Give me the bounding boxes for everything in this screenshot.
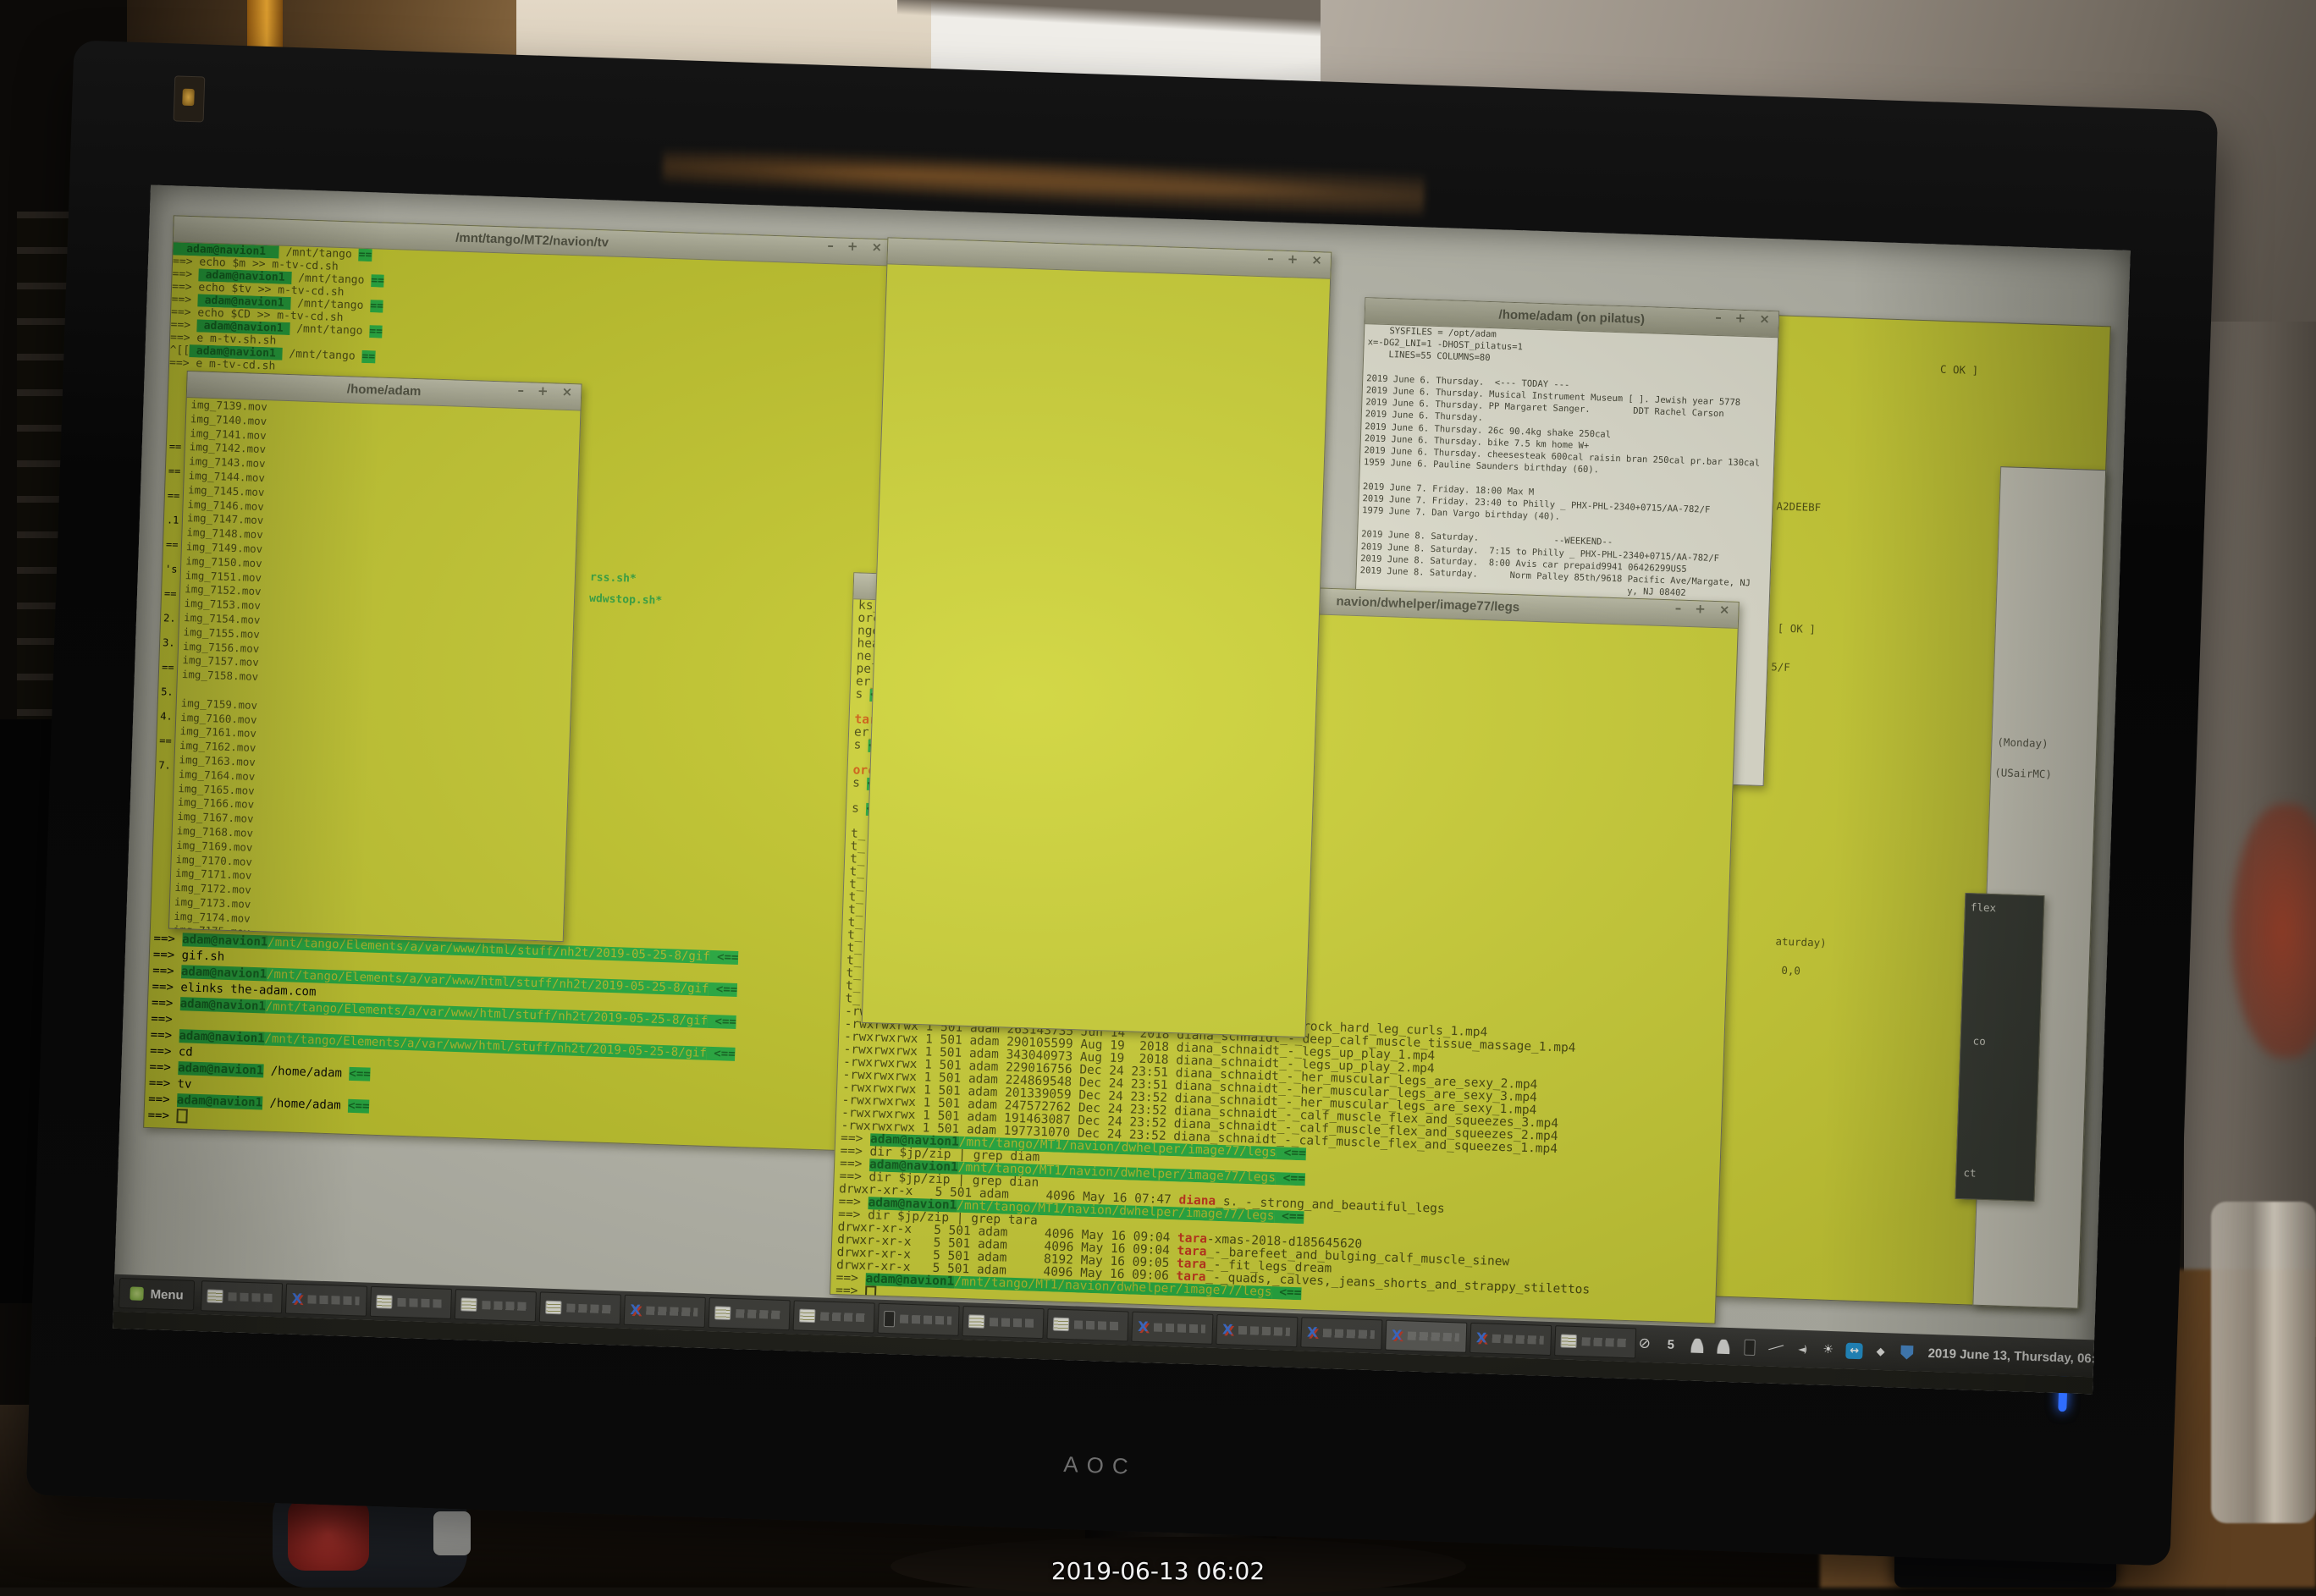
window-controls[interactable]: –+ × [1701,309,1771,337]
window-title: /mnt/tango/MT2/navion/tv [455,230,609,250]
taskbar-window-button[interactable]: X [1216,1314,1298,1347]
taskbar-window-button[interactable]: X [1132,1312,1214,1345]
taskbar-window-button[interactable] [962,1306,1045,1339]
brightness-icon[interactable]: ☀ [1819,1341,1837,1359]
taskbar-window-button[interactable]: X [285,1284,367,1317]
dropbox-icon[interactable]: ◆ [1872,1343,1889,1361]
maximize-button[interactable]: + [847,239,858,254]
monitor-brand-logo: AOC [28,1417,2173,1514]
executable-file-name: wdwstop.sh* [589,588,663,612]
window-title: /home/adam (on pilatus) [1498,307,1645,327]
teamviewer-icon[interactable]: ↔ [1845,1342,1863,1360]
pen-icon[interactable]: ╱ [1764,1336,1788,1360]
menu-icon [130,1286,144,1301]
taskbar-window-button[interactable] [709,1297,791,1330]
taskbar-window-button[interactable] [455,1289,537,1322]
window-text-fragment: flex [1971,900,1997,914]
taskbar-window-button[interactable]: X [1300,1317,1382,1350]
window-controls[interactable]: –+ × [504,382,573,410]
taskbar-window-button[interactable] [1047,1308,1129,1341]
x11-app-icon: X [1222,1323,1233,1336]
workspace-indicator-icon[interactable]: ⊘ [1635,1335,1653,1352]
background-window-dark: flex co ct [1955,893,2045,1202]
x11-app-icon: X [291,1292,302,1306]
minimize-button[interactable]: – [1715,310,1722,325]
window-title: /home/adam [347,382,422,399]
phone-app-icon [884,1310,896,1326]
minimize-button[interactable]: – [517,382,524,398]
taskbar-window-button[interactable]: X [1385,1320,1467,1353]
terminal-icon [376,1295,393,1309]
title-bar[interactable]: –+ × [887,238,1331,278]
close-button[interactable]: × [561,384,572,399]
taskbar-clock[interactable]: 2019 June 13, Thursday, 06:04 [1927,1346,2109,1366]
minimize-button[interactable]: – [827,238,834,253]
taskbar-window-button[interactable] [1554,1325,1636,1358]
taskbar-window-button[interactable]: X [1470,1323,1552,1356]
terminal-icon [1053,1318,1070,1332]
volume-icon[interactable]: ◄) [1793,1340,1811,1358]
close-button[interactable]: × [1759,311,1770,327]
workspace-number[interactable]: 5 [1662,1335,1679,1353]
maximize-button[interactable]: + [1695,601,1706,616]
window-text-fragment: ct [1963,1166,1977,1179]
window-controls[interactable]: –+ × [1254,250,1323,278]
shield-icon[interactable] [1898,1344,1916,1362]
terminal-content-bottom: ==> adam@navion1/mnt/tango/Elements/a/va… [147,931,738,1143]
taskbar-window-button[interactable]: X [624,1295,706,1328]
x11-app-icon: X [1307,1326,1318,1340]
taskbar-window-button[interactable] [201,1280,283,1313]
tray-icons: ⊘ 5 ╱ ◄) ☀ ↔ ◆ [1635,1335,1915,1361]
taskbar-window-button[interactable] [793,1300,875,1333]
terminal-icon [714,1306,731,1320]
user-icon[interactable] [1688,1336,1706,1354]
maximize-button[interactable]: + [1287,251,1298,267]
minimize-button[interactable]: – [1675,600,1682,615]
desktop-screen: /mnt/tango/MT2/navion/tv –+× adam@navion… [113,184,2131,1394]
window-controls[interactable]: –+ × [813,237,883,265]
terminal-content: img_7139.movimg_7140.movimg_7141.movimg_… [169,398,581,941]
maximize-button[interactable]: + [1734,311,1745,326]
terminal-icon [460,1297,477,1312]
window-text-fragment: co [1972,1034,1986,1047]
terminal-icon [207,1289,223,1303]
system-tray: ⊘ 5 ╱ ◄) ☀ ↔ ◆ 2019 June 13, Thursday, 06:04 [1635,1335,2130,1368]
terminal-icon [799,1309,816,1324]
close-button[interactable]: × [871,239,882,255]
terminal-icon [1561,1334,1578,1348]
taskbar-window-button[interactable] [878,1303,960,1336]
terminal-icon [968,1314,985,1329]
executable-file-name: rss.sh* [590,567,664,591]
user-icon[interactable] [1714,1337,1732,1355]
device-icon[interactable] [1740,1339,1758,1357]
x11-app-icon: X [1392,1329,1403,1342]
monitor: /mnt/tango/MT2/navion/tv –+× adam@navion… [26,40,2219,1566]
show-desktop-icon[interactable] [2119,1353,2131,1367]
close-button[interactable]: × [1719,602,1730,617]
bezel-sticker [174,75,206,122]
terminal-icon [545,1301,562,1315]
close-button[interactable]: × [1311,252,1322,267]
x11-app-icon: X [1138,1320,1149,1334]
window-controls[interactable]: –+ × [1661,600,1730,628]
menu-label: Menu [150,1287,184,1302]
menu-button[interactable]: Menu [119,1278,195,1311]
taskbar-window-button[interactable] [370,1286,452,1319]
x11-app-icon: X [1476,1331,1487,1345]
taskbar-window-button[interactable] [539,1291,621,1324]
terminal-window-home: /home/adam –+ × img_7139.movimg_7140.movi… [168,371,582,942]
glass-jar [2211,1202,2316,1523]
roof-line [897,0,1371,51]
x11-app-icon: X [630,1303,641,1317]
maximize-button[interactable]: + [538,383,549,399]
minimize-button[interactable]: – [1267,250,1274,266]
terminal-ls-output: rss.sh*wdwstop.sh* [589,567,664,612]
photo-timestamp: 2019-06-13 06:02 [0,1557,2316,1585]
terminal-window-center: –+ × [862,237,1332,1037]
